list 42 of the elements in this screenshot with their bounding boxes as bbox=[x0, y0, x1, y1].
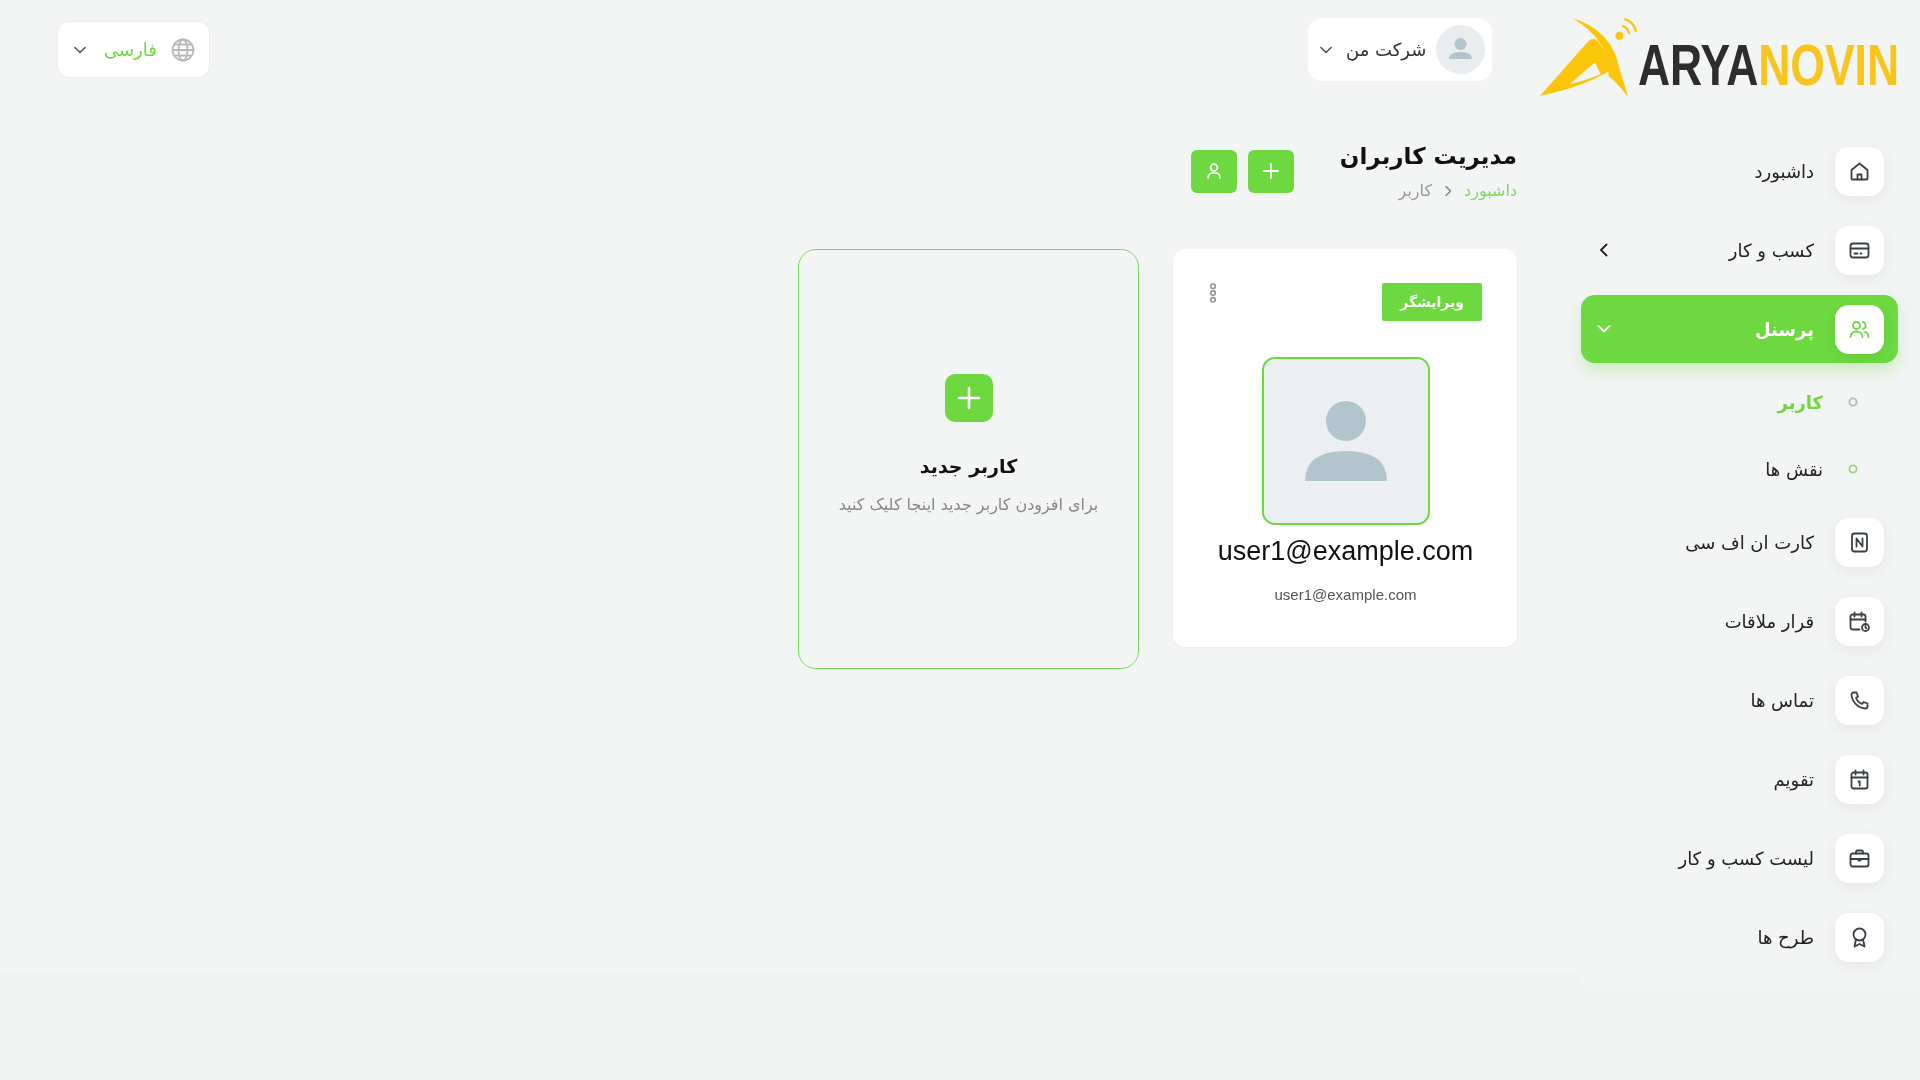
sidebar-item[interactable]: تقویم bbox=[1581, 745, 1898, 813]
chevron-right-icon bbox=[1444, 185, 1453, 197]
plus-icon bbox=[944, 374, 993, 422]
more-options-icon[interactable] bbox=[1209, 283, 1217, 303]
sidebar-item[interactable]: کسب و کار bbox=[1581, 216, 1898, 284]
users-icon bbox=[1835, 304, 1884, 354]
chevron-down-icon bbox=[74, 45, 86, 54]
user-name: user1@example.com bbox=[1217, 535, 1474, 567]
phone-icon bbox=[1835, 675, 1884, 725]
sidebar-item[interactable]: تماس ها bbox=[1581, 666, 1898, 734]
sidebar-subitem[interactable]: نقش ها bbox=[1581, 441, 1898, 497]
user-email: user1@example.com bbox=[1274, 586, 1417, 604]
avatar-icon bbox=[1436, 25, 1486, 74]
home-icon bbox=[1835, 146, 1884, 196]
calendar-clock-icon bbox=[1835, 596, 1884, 646]
role-badge: ویرایشگر bbox=[1382, 283, 1482, 321]
chevron-down-icon bbox=[1319, 45, 1332, 54]
calendar-icon bbox=[1835, 754, 1884, 804]
card-description: برای افزودن کاربر جدید اینجا کلیک کنید bbox=[838, 494, 1099, 516]
bullet-icon bbox=[1848, 397, 1858, 407]
bullet-icon bbox=[1848, 464, 1858, 474]
user-button[interactable] bbox=[1190, 149, 1237, 193]
sidebar-item[interactable]: طرح ها bbox=[1581, 903, 1898, 971]
add-button[interactable] bbox=[1247, 149, 1294, 193]
card-icon bbox=[1835, 225, 1884, 275]
logo-icon bbox=[1538, 17, 1639, 98]
person-icon bbox=[1206, 163, 1221, 179]
sidebar-item[interactable]: داشبورد bbox=[1581, 137, 1898, 205]
plus-icon bbox=[1262, 163, 1279, 179]
sidebar-item[interactable]: لیست کسب و کار bbox=[1581, 824, 1898, 892]
logo-text: ARYANOVIN bbox=[1638, 37, 1900, 94]
sidebar-item[interactable]: قرار ملاقات bbox=[1581, 587, 1898, 655]
nfc-icon bbox=[1835, 517, 1884, 567]
sidebar-item[interactable]: کارت ان اف سی bbox=[1581, 508, 1898, 576]
breadcrumb-current: کاربر bbox=[1398, 180, 1433, 202]
card-title: کاربر جدید bbox=[919, 454, 1018, 478]
page-title: مدیریت کاربران bbox=[1339, 142, 1517, 172]
briefcase-icon bbox=[1835, 833, 1884, 883]
globe-icon bbox=[170, 37, 195, 62]
add-user-card[interactable]: کاربر جدید برای افزودن کاربر جدید اینجا کلیک کنید bbox=[798, 249, 1139, 669]
company-menu[interactable]: شرکت من bbox=[1307, 18, 1493, 81]
award-icon bbox=[1835, 912, 1884, 962]
